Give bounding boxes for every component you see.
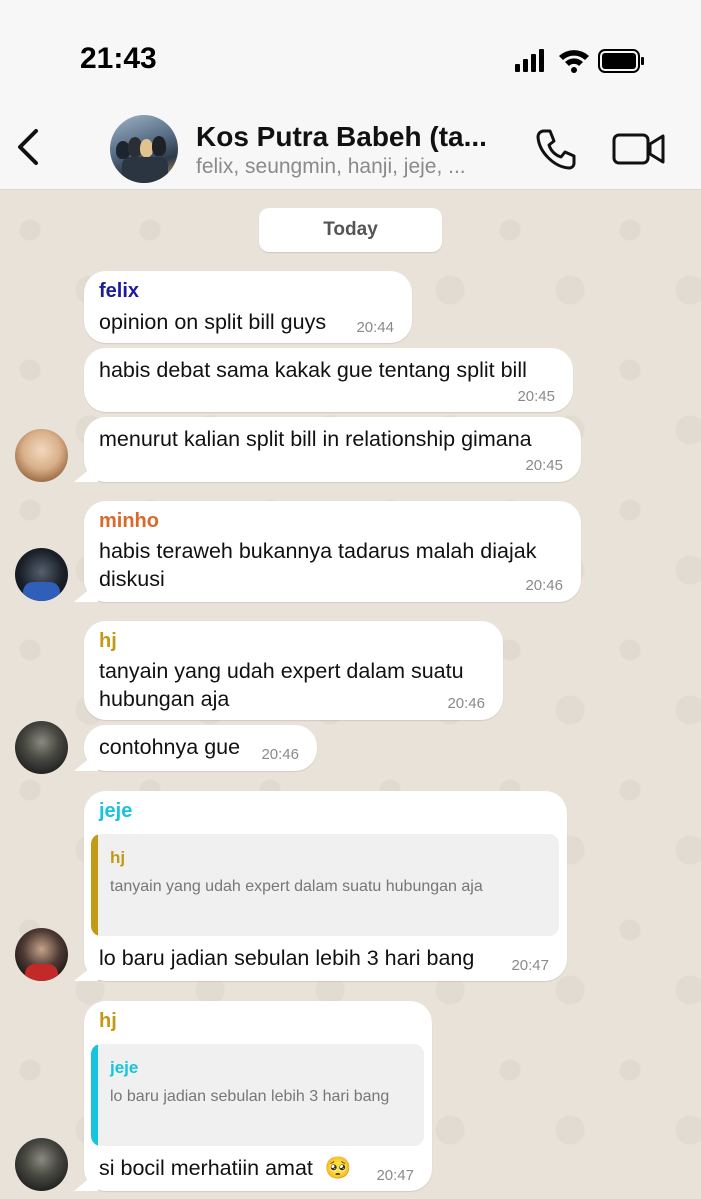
- message-bubble[interactable]: jeje hj tanyain yang udah expert dalam s…: [84, 791, 567, 981]
- quoted-message[interactable]: hj tanyain yang udah expert dalam suatu …: [91, 834, 559, 936]
- message-time: 20:46: [447, 695, 485, 712]
- wifi-icon: [559, 50, 589, 73]
- message-sender: jeje: [99, 800, 133, 822]
- message-text: habis teraweh bukannya tadarus malah dia…: [99, 539, 537, 591]
- message-bubble[interactable]: habis debat sama kakak gue tentang split…: [84, 348, 573, 412]
- message-sender: felix: [99, 280, 140, 302]
- message-time: 20:47: [376, 1167, 414, 1184]
- message-text: opinion on split bill guys: [99, 310, 327, 334]
- message-bubble[interactable]: contohnya gue 20:46: [84, 725, 317, 771]
- message-text: contohnya gue: [99, 735, 241, 759]
- quoted-sender: jeje: [110, 1058, 139, 1077]
- message-time: 20:46: [525, 577, 563, 594]
- message-sender: hj: [99, 1010, 117, 1032]
- phone-call-icon[interactable]: [534, 127, 578, 171]
- status-time: 21:43: [80, 42, 157, 75]
- group-avatar[interactable]: [110, 115, 178, 183]
- message-bubble[interactable]: minho habis teraweh bukannya tadarus mal…: [84, 501, 581, 602]
- message-time: 20:45: [525, 457, 563, 474]
- message-bubble[interactable]: felix opinion on split bill guys 20:44: [84, 271, 412, 343]
- quoted-message[interactable]: jeje lo baru jadian sebulan lebih 3 hari…: [91, 1044, 424, 1146]
- chat-title[interactable]: Kos Putra Babeh (ta...: [196, 121, 487, 153]
- chat-header: Kos Putra Babeh (ta... felix, seungmin, …: [0, 105, 701, 190]
- back-chevron-icon[interactable]: [14, 127, 44, 167]
- video-call-icon[interactable]: [612, 131, 666, 167]
- avatar-jeje[interactable]: [15, 928, 68, 981]
- message-sender: hj: [99, 630, 117, 652]
- pleading-face-emoji: 🥺: [324, 1156, 352, 1180]
- avatar-hj[interactable]: [15, 721, 68, 774]
- avatar-hj[interactable]: [15, 1138, 68, 1191]
- message-bubble[interactable]: hj tanyain yang udah expert dalam suatu …: [84, 621, 503, 720]
- message-time: 20:45: [517, 388, 555, 405]
- message-text: menurut kalian split bill in relationshi…: [99, 427, 532, 451]
- chat-members[interactable]: felix, seungmin, hanji, jeje, ...: [196, 155, 466, 179]
- status-bar: 21:43: [0, 0, 701, 105]
- message-text: habis debat sama kakak gue tentang split…: [99, 358, 527, 382]
- avatar-minho[interactable]: [15, 548, 68, 601]
- message-text: tanyain yang udah expert dalam suatu hub…: [99, 659, 464, 711]
- message-time: 20:47: [511, 957, 549, 974]
- avatar-felix[interactable]: [15, 429, 68, 482]
- battery-icon: [598, 49, 644, 73]
- message-time: 20:46: [261, 746, 299, 763]
- signal-icon: [515, 49, 544, 72]
- date-divider: Today: [259, 208, 442, 252]
- message-bubble[interactable]: menurut kalian split bill in relationshi…: [84, 417, 581, 482]
- quoted-text: lo baru jadian sebulan lebih 3 hari bang: [110, 1088, 390, 1105]
- message-sender: minho: [99, 510, 159, 532]
- message-text: si bocil merhatiin amat 🥺: [99, 1154, 352, 1182]
- message-text: lo baru jadian sebulan lebih 3 hari bang: [99, 946, 475, 970]
- message-time: 20:44: [356, 319, 394, 336]
- chat-area[interactable]: Today felix opinion on split bill guys 2…: [0, 190, 701, 1199]
- quoted-text: tanyain yang udah expert dalam suatu hub…: [110, 878, 483, 895]
- message-text-content: si bocil merhatiin amat: [99, 1156, 313, 1180]
- quoted-sender: hj: [110, 848, 126, 867]
- status-icons: [515, 49, 644, 73]
- message-bubble[interactable]: hj jeje lo baru jadian sebulan lebih 3 h…: [84, 1001, 432, 1191]
